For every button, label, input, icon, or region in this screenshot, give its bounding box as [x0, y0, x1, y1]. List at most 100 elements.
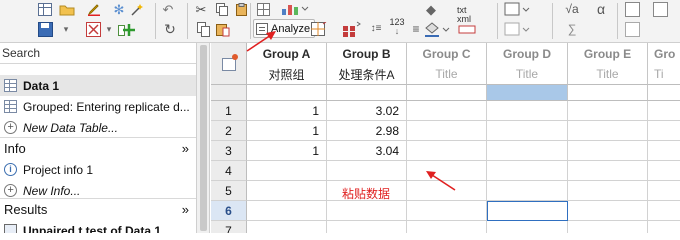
row-number-active[interactable]: 6 [211, 201, 247, 221]
data-cell[interactable] [247, 201, 327, 221]
collapse-icon[interactable]: » [182, 202, 189, 217]
row-number[interactable]: 1 [211, 101, 247, 121]
data-cell[interactable] [568, 221, 648, 233]
data-cell[interactable] [407, 181, 487, 201]
data-cell[interactable] [407, 161, 487, 181]
column-title-group-f[interactable]: Ti [648, 64, 680, 85]
paste-icon[interactable] [233, 2, 251, 16]
column-title-group-d[interactable]: Title [487, 64, 568, 85]
data-cell[interactable] [568, 141, 648, 161]
snowflake-icon[interactable]: ✻ [111, 2, 127, 16]
copy-icon[interactable] [195, 21, 211, 37]
color-icon[interactable]: ◆ [424, 2, 438, 16]
data-cell[interactable] [487, 161, 568, 181]
data-cell[interactable] [487, 101, 568, 121]
results-section-header[interactable]: Results » [0, 198, 196, 219]
data-cell[interactable] [648, 101, 680, 121]
chevron-down-icon[interactable]: ▾ [103, 21, 115, 37]
data-cell[interactable] [648, 161, 680, 181]
data-cell[interactable] [407, 221, 487, 233]
analyze-button[interactable]: Analyze [253, 19, 316, 38]
row-number[interactable]: 3 [211, 141, 247, 161]
paste-special-icon[interactable] [214, 21, 230, 37]
scrollbar-thumb[interactable] [200, 45, 207, 231]
collapse-icon[interactable]: » [182, 141, 189, 156]
text-box-icon[interactable] [503, 21, 533, 37]
data-cell[interactable] [487, 141, 568, 161]
undo-icon[interactable]: ↶ [161, 2, 175, 16]
data-cell[interactable] [568, 121, 648, 141]
data-cell[interactable] [327, 221, 407, 233]
nav-item-data-1[interactable]: Data 1 [0, 75, 196, 96]
data-cell[interactable] [487, 181, 568, 201]
selected-cell[interactable] [487, 201, 568, 221]
text-xml-icon[interactable]: txt xml [457, 5, 479, 35]
data-cell[interactable] [648, 201, 680, 221]
column-header-group-d[interactable]: Group D [487, 43, 568, 64]
data-cell[interactable] [407, 141, 487, 161]
table-new-icon[interactable] [37, 2, 53, 16]
row-number[interactable]: 2 [211, 121, 247, 141]
row-number[interactable]: 5 [211, 181, 247, 201]
data-cell[interactable] [407, 121, 487, 141]
data-cell[interactable] [247, 221, 327, 233]
navigator-scrollbar[interactable] [197, 43, 210, 233]
chart-icon[interactable] [279, 2, 311, 16]
window-icon-3[interactable] [624, 21, 640, 37]
info-section-header[interactable]: Info » [0, 137, 196, 158]
column-header-group-b[interactable]: Group B [327, 43, 407, 64]
data-cell[interactable]: 1 [247, 121, 327, 141]
window-icon-2[interactable] [652, 1, 668, 17]
data-cell[interactable] [327, 201, 407, 221]
data-cell[interactable] [327, 161, 407, 181]
data-cell[interactable] [648, 181, 680, 201]
nav-item-unpaired-t-test[interactable]: Unpaired t test of Data 1 [0, 220, 196, 233]
search-input[interactable]: Search [0, 43, 196, 64]
delete-icon[interactable] [85, 21, 101, 37]
column-title-group-c[interactable]: Title [407, 64, 487, 85]
nav-item-new-data-table[interactable]: + New Data Table... [0, 117, 196, 138]
copy-icon[interactable] [214, 2, 230, 16]
new-graph-icon[interactable] [310, 21, 328, 37]
wand-icon[interactable] [129, 2, 145, 16]
alpha-icon[interactable]: α [590, 1, 612, 17]
fill-icon[interactable] [422, 19, 452, 39]
redo-icon[interactable]: ↻ [161, 21, 179, 37]
nav-item-grouped[interactable]: Grouped: Entering replicate d... [0, 96, 196, 117]
column-title-group-e[interactable]: Title [568, 64, 648, 85]
data-cell[interactable] [407, 101, 487, 121]
column-title-group-a[interactable]: 对照组 [247, 64, 327, 85]
column-title-group-b[interactable]: 处理条件A [327, 64, 407, 85]
sort-icon[interactable]: ↕≡ [367, 19, 385, 39]
column-header-group-f[interactable]: Gro [648, 43, 680, 64]
data-cell[interactable]: 3.02 [327, 101, 407, 121]
equation-icon[interactable]: ∑ [561, 21, 583, 37]
grid-icon[interactable] [256, 2, 270, 16]
number-format-icon[interactable]: 123 ↓ [387, 17, 407, 37]
sqrt-icon[interactable]: √a [561, 1, 583, 17]
data-cell[interactable]: 1 [247, 141, 327, 161]
insert-row-icon[interactable] [117, 21, 135, 37]
data-cell[interactable] [247, 161, 327, 181]
data-cell[interactable] [568, 181, 648, 201]
data-cell[interactable] [487, 221, 568, 233]
column-header-group-a[interactable]: Group A [247, 43, 327, 64]
data-cell[interactable]: 1 [247, 101, 327, 121]
data-cell[interactable] [247, 181, 327, 201]
stack-icon[interactable] [341, 19, 363, 39]
data-cell[interactable] [487, 121, 568, 141]
data-cell[interactable] [568, 161, 648, 181]
pen-icon[interactable] [86, 2, 102, 16]
save-icon[interactable] [37, 21, 53, 37]
column-header-group-c[interactable]: Group C [407, 43, 487, 64]
sheet-corner[interactable] [211, 43, 247, 85]
row-number[interactable]: 7 [211, 221, 247, 233]
data-cell[interactable]: 2.98 [327, 121, 407, 141]
data-cell[interactable]: 3.04 [327, 141, 407, 161]
folder-open-icon[interactable] [58, 2, 76, 16]
shape-icon[interactable] [503, 1, 533, 17]
data-cell[interactable] [568, 201, 648, 221]
data-cell[interactable] [568, 101, 648, 121]
cut-icon[interactable]: ✂ [193, 2, 209, 16]
data-cell[interactable] [648, 121, 680, 141]
